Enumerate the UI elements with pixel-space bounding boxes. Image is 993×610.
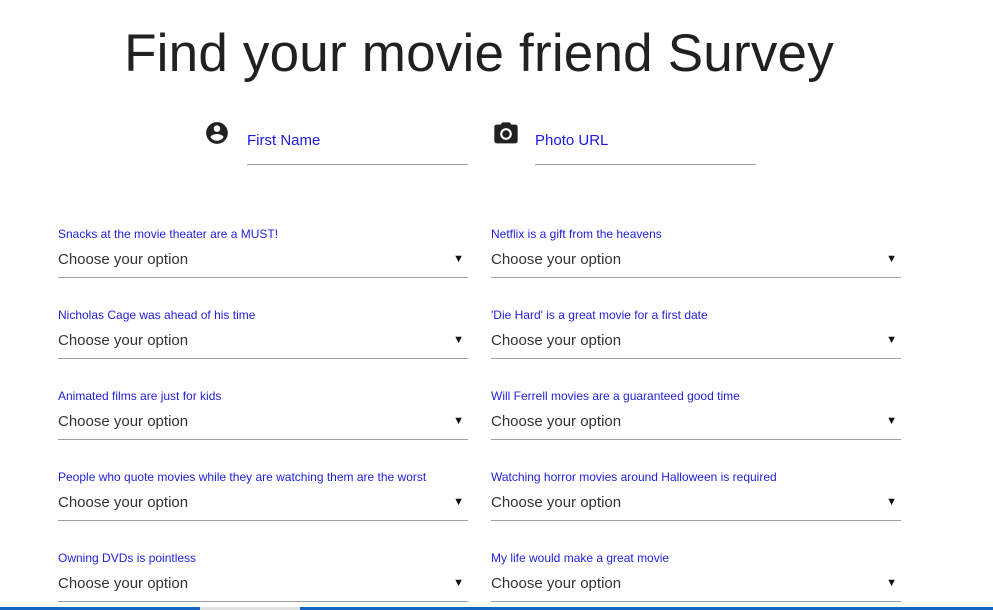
option-select[interactable]: Choose your option ▼ bbox=[58, 409, 468, 440]
option-select[interactable]: Choose your option ▼ bbox=[491, 247, 901, 278]
select-value: Choose your option bbox=[491, 413, 622, 430]
question-animated-films: Animated films are just for kids Choose … bbox=[58, 389, 468, 461]
option-select[interactable]: Choose your option ▼ bbox=[58, 247, 468, 278]
first-name-underline bbox=[247, 120, 468, 165]
select-value: Choose your option bbox=[491, 332, 622, 349]
question-snacks: Snacks at the movie theater are a MUST! … bbox=[58, 227, 468, 299]
caret-down-icon: ▼ bbox=[453, 577, 464, 589]
question-label: My life would make a great movie bbox=[491, 551, 670, 565]
caret-down-icon: ▼ bbox=[886, 334, 897, 346]
question-owning-dvds: Owning DVDs is pointless Choose your opt… bbox=[58, 551, 468, 610]
question-label: Animated films are just for kids bbox=[58, 389, 222, 403]
question-label: Snacks at the movie theater are a MUST! bbox=[58, 227, 279, 241]
page-title: Find your movie friend Survey bbox=[124, 24, 834, 83]
option-select[interactable]: Choose your option ▼ bbox=[58, 328, 468, 359]
question-quote-movies: People who quote movies while they are w… bbox=[58, 470, 468, 542]
camera-icon bbox=[492, 120, 520, 148]
select-value: Choose your option bbox=[58, 332, 189, 349]
photo-url-field bbox=[492, 120, 762, 165]
caret-down-icon: ▼ bbox=[886, 253, 897, 265]
caret-down-icon: ▼ bbox=[886, 496, 897, 508]
select-value: Choose your option bbox=[58, 575, 189, 592]
caret-down-icon: ▼ bbox=[886, 415, 897, 427]
question-label: Watching horror movies around Halloween … bbox=[491, 470, 777, 484]
select-value: Choose your option bbox=[491, 251, 622, 268]
survey-page: Find your movie friend Survey Snacks at … bbox=[0, 0, 993, 610]
question-label: Netflix is a gift from the heavens bbox=[491, 227, 662, 241]
question-label: 'Die Hard' is a great movie for a first … bbox=[491, 308, 708, 322]
select-value: Choose your option bbox=[491, 575, 622, 592]
option-select[interactable]: Choose your option ▼ bbox=[491, 409, 901, 440]
caret-down-icon: ▼ bbox=[886, 577, 897, 589]
first-name-field bbox=[204, 120, 474, 165]
caret-down-icon: ▼ bbox=[453, 334, 464, 346]
option-select[interactable]: Choose your option ▼ bbox=[491, 571, 901, 602]
question-life-movie: My life would make a great movie Choose … bbox=[491, 551, 901, 610]
question-will-ferrell: Will Ferrell movies are a guaranteed goo… bbox=[491, 389, 901, 461]
question-label: People who quote movies while they are w… bbox=[58, 470, 427, 484]
question-label: Owning DVDs is pointless bbox=[58, 551, 197, 565]
option-select[interactable]: Choose your option ▼ bbox=[58, 571, 468, 602]
select-value: Choose your option bbox=[58, 413, 189, 430]
caret-down-icon: ▼ bbox=[453, 253, 464, 265]
option-select[interactable]: Choose your option ▼ bbox=[491, 328, 901, 359]
select-value: Choose your option bbox=[58, 494, 189, 511]
question-die-hard: 'Die Hard' is a great movie for a first … bbox=[491, 308, 901, 380]
question-label: Nicholas Cage was ahead of his time bbox=[58, 308, 256, 322]
caret-down-icon: ▼ bbox=[453, 496, 464, 508]
question-horror-halloween: Watching horror movies around Halloween … bbox=[491, 470, 901, 542]
caret-down-icon: ▼ bbox=[453, 415, 464, 427]
photo-url-underline bbox=[535, 120, 756, 165]
question-label: Will Ferrell movies are a guaranteed goo… bbox=[491, 389, 740, 403]
option-select[interactable]: Choose your option ▼ bbox=[58, 490, 468, 521]
question-netflix: Netflix is a gift from the heavens Choos… bbox=[491, 227, 901, 299]
select-value: Choose your option bbox=[491, 494, 622, 511]
account-circle-icon bbox=[204, 120, 232, 148]
question-nicholas-cage: Nicholas Cage was ahead of his time Choo… bbox=[58, 308, 468, 380]
option-select[interactable]: Choose your option ▼ bbox=[491, 490, 901, 521]
first-name-input[interactable] bbox=[247, 128, 468, 152]
select-value: Choose your option bbox=[58, 251, 189, 268]
photo-url-input[interactable] bbox=[535, 128, 756, 152]
